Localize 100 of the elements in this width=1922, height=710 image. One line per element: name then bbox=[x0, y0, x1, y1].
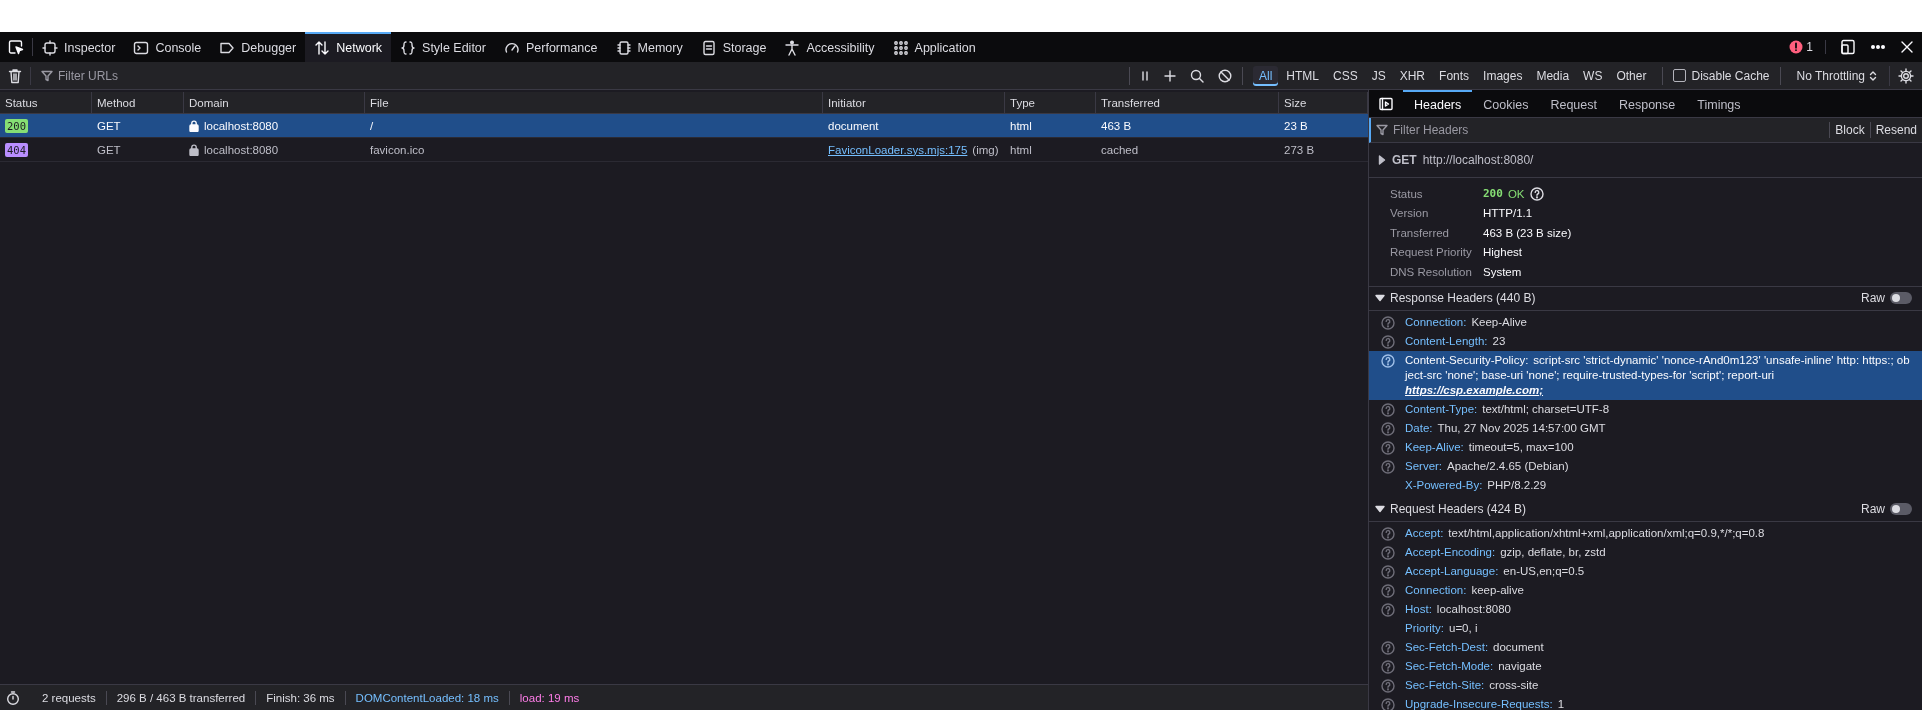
lock-icon bbox=[189, 119, 199, 132]
type-filter[interactable]: Fonts bbox=[1433, 65, 1476, 86]
responsive-icon[interactable] bbox=[1840, 39, 1856, 55]
type-filter[interactable]: HTML bbox=[1280, 65, 1325, 86]
type-filter[interactable]: WS bbox=[1577, 65, 1609, 86]
header-line: Accept-Language: en-US,en;q=0.5 bbox=[1405, 563, 1585, 579]
tool-tab[interactable]: Style Editor bbox=[391, 32, 495, 62]
column-header[interactable]: Initiator bbox=[823, 92, 1005, 113]
tool-tab[interactable]: Storage bbox=[691, 32, 776, 62]
filter-field[interactable]: Filter URLs bbox=[41, 64, 1119, 87]
header-row[interactable]: Sec-Fetch-Site: cross-site bbox=[1369, 675, 1922, 695]
domain-text: localhost:8080 bbox=[204, 143, 279, 156]
updown-icon bbox=[1869, 69, 1877, 82]
raw-toggle[interactable] bbox=[1890, 292, 1912, 304]
header-line: Content-Security-Policy: script-src 'strict-dynamic' 'nonce-rAnd0m123' 'unsafe-inline' http: https:; object-src 'none'; base-uri 'none'; require-trusted-types-for 'script'; report-uri https://csp.example.com; bbox=[1405, 352, 1911, 398]
type-filter[interactable]: Media bbox=[1530, 65, 1576, 86]
request-row[interactable]: 404 GET localhost:8080 favicon.ico FaviconLoader.sys.mjs:175 (img) html cached 273 B bbox=[0, 138, 1368, 162]
column-header[interactable]: Method bbox=[92, 92, 184, 113]
type-filter[interactable]: Other bbox=[1610, 65, 1653, 86]
header-row[interactable]: Host: localhost:8080 bbox=[1369, 599, 1922, 619]
search-icon[interactable] bbox=[1190, 68, 1204, 83]
details-tab[interactable]: Cookies bbox=[1472, 90, 1540, 117]
header-row[interactable]: Content-Length: 23 bbox=[1369, 331, 1922, 351]
header-row[interactable]: Server: Apache/2.4.65 (Debian) bbox=[1369, 456, 1922, 476]
initiator-link[interactable]: FaviconLoader.sys.mjs:175 bbox=[828, 143, 968, 156]
section-title: Response Headers (440 B) bbox=[1390, 291, 1536, 305]
placeholder-text: Filter Headers bbox=[1393, 123, 1469, 137]
header-row[interactable]: Content-Type: text/html; charset=UTF-8 bbox=[1369, 399, 1922, 419]
header-row[interactable]: Sec-Fetch-Mode: navigate bbox=[1369, 656, 1922, 676]
header-row[interactable]: Connection: keep-alive bbox=[1369, 580, 1922, 600]
column-header[interactable]: Transferred bbox=[1096, 92, 1279, 113]
header-line: Priority: u=0, i bbox=[1405, 620, 1478, 636]
block-icon[interactable] bbox=[1218, 68, 1232, 83]
type-filter[interactable]: Images bbox=[1477, 65, 1529, 86]
header-line: Content-Length: 23 bbox=[1405, 333, 1506, 349]
tool-tab[interactable]: Accessibility bbox=[775, 32, 884, 62]
pause-icon[interactable] bbox=[1140, 69, 1150, 82]
header-row[interactable]: Accept-Encoding: gzip, deflate, br, zstd bbox=[1369, 542, 1922, 562]
header-link[interactable]: https://csp.example.com; bbox=[1405, 383, 1544, 396]
header-row[interactable]: Keep-Alive: timeout=5, max=100 bbox=[1369, 437, 1922, 457]
header-row[interactable] bbox=[1369, 350, 1922, 400]
column-header[interactable]: Status bbox=[0, 92, 92, 113]
details-tab[interactable]: Response bbox=[1608, 90, 1687, 117]
checkbox[interactable] bbox=[1673, 69, 1687, 82]
type-filter[interactable]: XHR bbox=[1393, 65, 1432, 86]
stopwatch-icon[interactable] bbox=[6, 690, 20, 705]
raw-toggle[interactable] bbox=[1890, 503, 1912, 515]
status-badge: 404 bbox=[5, 142, 28, 157]
column-header[interactable]: Domain bbox=[184, 92, 365, 113]
trash-icon[interactable] bbox=[8, 67, 22, 84]
toggle-label: Raw bbox=[1861, 291, 1885, 305]
column-header[interactable]: Type bbox=[1005, 92, 1096, 113]
triangle-icon[interactable] bbox=[1378, 155, 1386, 165]
header-row[interactable]: Date: Thu, 27 Nov 2025 14:57:00 GMT bbox=[1369, 418, 1922, 438]
header-button[interactable]: Resend bbox=[1869, 122, 1922, 138]
file-name: / bbox=[370, 119, 374, 132]
type-filter[interactable]: CSS bbox=[1327, 65, 1364, 86]
details-tab[interactable]: Timings bbox=[1686, 90, 1752, 117]
header-line: Accept: text/html,application/xhtml+xml,application/xml;q=0.9,*/*;q=0.8 bbox=[1405, 525, 1765, 541]
size-text: 273 B bbox=[1284, 143, 1315, 156]
header-row[interactable]: Upgrade-Insecure-Requests: 1 bbox=[1369, 694, 1922, 710]
tool-tab[interactable]: Application bbox=[883, 32, 985, 62]
tool-tab[interactable]: Network bbox=[305, 32, 392, 62]
tool-tab[interactable]: Debugger bbox=[210, 32, 306, 62]
header-line: Sec-Fetch-Mode: navigate bbox=[1405, 658, 1542, 674]
tool-tab[interactable]: Memory bbox=[606, 32, 692, 62]
section-header[interactable]: Response Headers (440 B) Raw bbox=[1369, 286, 1922, 311]
filter-field[interactable]: Filter Headers bbox=[1371, 118, 1830, 142]
section-header[interactable]: Request Headers (424 B) Raw bbox=[1369, 497, 1922, 522]
header-row[interactable]: Sec-Fetch-Dest: document bbox=[1369, 637, 1922, 657]
close-icon[interactable] bbox=[1900, 40, 1914, 54]
checkbox-label[interactable]: Disable Cache bbox=[1691, 68, 1770, 83]
braces-icon bbox=[400, 40, 417, 56]
column-header[interactable]: File bbox=[365, 92, 823, 113]
type-filter[interactable]: All bbox=[1253, 65, 1279, 86]
header-row[interactable]: Accept: text/html,application/xhtml+xml,application/xml;q=0.9,*/*;q=0.8 bbox=[1369, 523, 1922, 543]
header-row[interactable]: Connection: Keep-Alive bbox=[1369, 312, 1922, 332]
tool-tab[interactable]: Performance bbox=[494, 32, 607, 62]
triangle-icon[interactable] bbox=[1375, 294, 1385, 302]
header-row[interactable]: Accept-Language: en-US,en;q=0.5 bbox=[1369, 561, 1922, 581]
type-filter[interactable]: JS bbox=[1365, 65, 1392, 86]
settings-icon[interactable] bbox=[1898, 67, 1914, 84]
header-button[interactable]: Block bbox=[1829, 122, 1870, 138]
header-line: Content-Type: text/html; charset=UTF-8 bbox=[1405, 401, 1610, 417]
header-line: Server: Apache/2.4.65 (Debian) bbox=[1405, 458, 1569, 474]
status-text: load: 19 ms bbox=[518, 690, 581, 705]
tool-tab[interactable]: Inspector bbox=[33, 32, 125, 62]
triangle-icon[interactable] bbox=[1375, 505, 1385, 513]
header-row[interactable]: Priority: u=0, i bbox=[1369, 618, 1922, 638]
sidebar-toggle-icon[interactable] bbox=[1379, 96, 1393, 111]
error-count[interactable]: 1 bbox=[1789, 40, 1826, 54]
header-row[interactable]: X-Powered-By: PHP/8.2.29 bbox=[1369, 475, 1922, 495]
placeholder-text: Filter URLs bbox=[58, 68, 118, 83]
throttling-select[interactable]: No Throttling bbox=[1790, 68, 1883, 83]
status-text: DOMContentLoaded: 18 ms bbox=[345, 690, 510, 705]
tool-tab[interactable]: Console bbox=[124, 32, 211, 62]
request-row[interactable]: 200 GET localhost:8080 / document html 463 B 23 B bbox=[0, 114, 1368, 138]
picker-icon[interactable] bbox=[8, 39, 24, 55]
details-tab[interactable]: Request bbox=[1539, 90, 1608, 117]
plus-icon[interactable] bbox=[1164, 69, 1176, 82]
